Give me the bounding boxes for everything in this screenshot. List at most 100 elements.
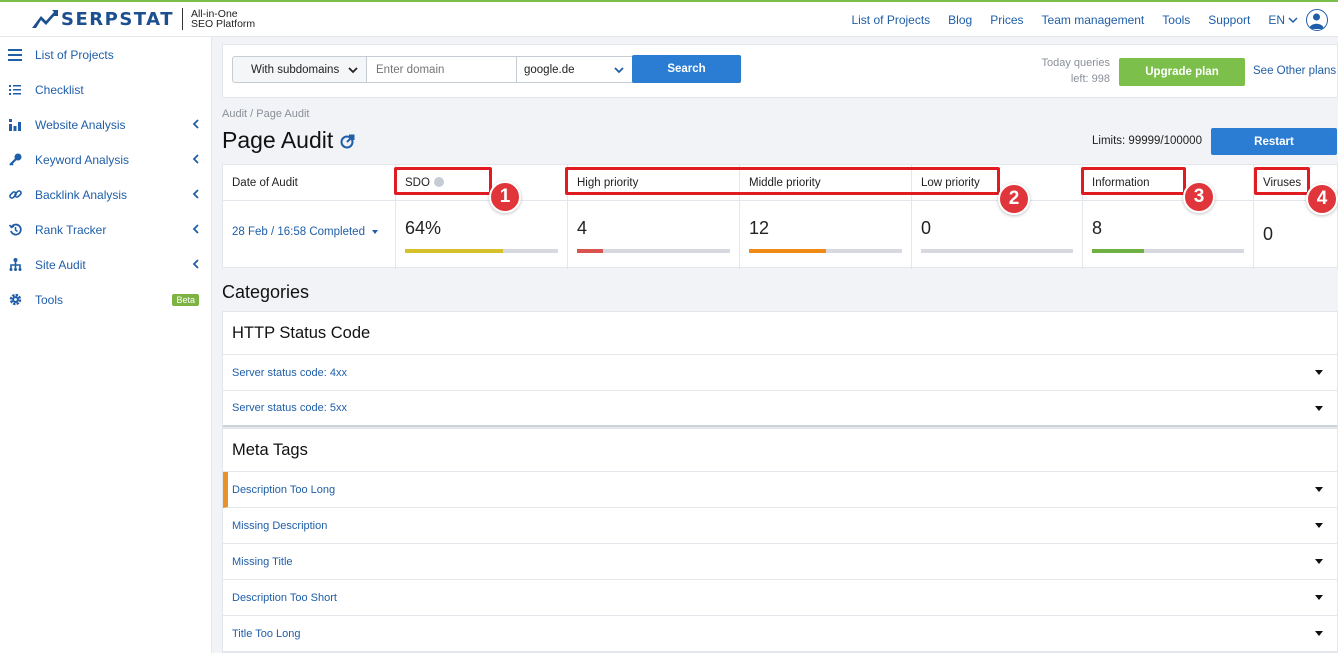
nav-team-management[interactable]: Team management (1042, 13, 1145, 27)
history-icon (8, 223, 22, 237)
domain-input[interactable] (366, 56, 517, 83)
viruses-value: 0 (1263, 224, 1274, 244)
progress-fill (1092, 249, 1144, 253)
list-item[interactable]: Server status code: 4xx (223, 355, 1337, 391)
list-item-label: Missing Title (232, 555, 293, 568)
caret-down-icon[interactable] (1315, 406, 1323, 411)
sidebar-item-backlink-analysis[interactable]: Backlink Analysis (0, 177, 211, 212)
search-button[interactable]: Search (632, 55, 741, 83)
sidebar-item-label: Rank Tracker (35, 222, 107, 237)
information-value: 8 (1092, 218, 1103, 238)
sidebar-item-rank-tracker[interactable]: Rank Tracker (0, 212, 211, 247)
list-item[interactable]: Missing Title (223, 544, 1337, 580)
caret-down-icon[interactable] (1315, 631, 1323, 636)
sidebar-item-keyword-analysis[interactable]: Keyword Analysis (0, 142, 211, 177)
breadcrumb[interactable]: Audit / Page Audit (222, 108, 309, 120)
checklist-icon (8, 83, 22, 97)
subdomain-select-value: With subdomains (251, 63, 340, 76)
sidebar-item-website-analysis[interactable]: Website Analysis (0, 107, 211, 142)
brand-name: SERPSTAT (61, 8, 174, 30)
high-priority-progress-bar (577, 249, 730, 253)
high-priority-value: 4 (577, 218, 588, 238)
category-http-status-code: HTTP Status Code Server status code: 4xx… (222, 311, 1338, 428)
tagline-line-2: SEO Platform (190, 18, 256, 30)
annotation-highlight-sdo (394, 167, 492, 195)
information-progress-bar (1092, 249, 1244, 253)
top-nav: List of Projects Blog Prices Team manage… (851, 2, 1338, 37)
chevron-left-icon (192, 224, 199, 234)
sidebar-item-list-of-projects[interactable]: List of Projects (0, 37, 211, 72)
nav-list-of-projects[interactable]: List of Projects (851, 13, 930, 27)
caret-down-icon (372, 230, 379, 234)
chevron-left-icon (192, 119, 199, 129)
category-header: HTTP Status Code (223, 312, 1337, 355)
user-avatar[interactable] (1306, 8, 1328, 31)
menu-icon (8, 48, 22, 62)
search-engine-value: google.de (524, 63, 575, 76)
progress-fill (405, 249, 503, 253)
external-link-icon[interactable] (340, 134, 355, 149)
stat-column-date: Date of Audit 28 Feb / 16:58 Completed (223, 165, 396, 269)
page-title: Page Audit (222, 127, 334, 153)
category-meta-tags: Meta Tags Description Too Long Missing D… (222, 428, 1338, 653)
annotation-highlight-information (1081, 167, 1186, 195)
queries-label: Today queries (1041, 57, 1111, 69)
category-header: Meta Tags (223, 429, 1337, 472)
see-other-plans-link[interactable]: See Other plans (1253, 65, 1336, 77)
nav-support[interactable]: Support (1208, 13, 1250, 27)
sidebar-item-checklist[interactable]: Checklist (0, 72, 211, 107)
user-icon (1309, 13, 1324, 29)
middle-priority-value: 12 (749, 218, 770, 238)
restart-button[interactable]: Restart (1211, 128, 1337, 155)
sdo-value: 64% (405, 218, 442, 238)
nav-tools[interactable]: Tools (1162, 13, 1190, 27)
search-panel: With subdomains google.de Search Today q… (222, 44, 1338, 98)
nav-prices[interactable]: Prices (990, 13, 1023, 27)
queries-left: Today queries left: 998 (1013, 55, 1111, 87)
list-item-label: Server status code: 4xx (232, 366, 347, 379)
low-priority-progress-bar (921, 249, 1073, 253)
middle-priority-progress-bar (749, 249, 902, 253)
progress-fill (749, 249, 826, 253)
language-label: EN (1268, 12, 1285, 27)
list-item-label: Server status code: 5xx (232, 402, 347, 414)
list-item[interactable]: Title Too Long (223, 616, 1337, 652)
sidebar-item-tools[interactable]: Tools Beta (0, 282, 211, 317)
sidebar-item-label: Checklist (35, 82, 84, 97)
nav-blog[interactable]: Blog (948, 13, 972, 27)
beta-badge: Beta (172, 294, 199, 306)
sidebar-item-site-audit[interactable]: Site Audit (0, 247, 211, 282)
list-item[interactable]: Server status code: 5xx (223, 391, 1337, 427)
sidebar-item-label: Keyword Analysis (35, 152, 130, 167)
queries-count: left: 998 (1070, 73, 1110, 85)
limits-text: Limits: 99999/100000 (1092, 135, 1202, 147)
upgrade-plan-button[interactable]: Upgrade plan (1119, 58, 1245, 86)
logo[interactable]: SERPSTAT All-in-One SEO Platform (32, 8, 255, 30)
list-item[interactable]: Missing Description (223, 508, 1337, 544)
chevron-left-icon (192, 189, 199, 199)
link-icon (8, 188, 22, 202)
caret-down-icon[interactable] (1315, 370, 1323, 375)
language-selector[interactable]: EN (1268, 13, 1298, 27)
chevron-left-icon (192, 259, 199, 269)
bar-chart-icon (8, 118, 22, 132)
categories-title: Categories (222, 282, 310, 302)
search-engine-select[interactable]: google.de (516, 56, 633, 83)
audit-date-value: 28 Feb / 16:58 Completed (232, 226, 365, 238)
chevron-down-icon (1288, 16, 1298, 23)
caret-down-icon[interactable] (1315, 595, 1323, 600)
sidebar: List of Projects Checklist Website Analy… (0, 37, 212, 653)
list-item[interactable]: Description Too Long (223, 472, 1337, 508)
date-of-audit-header: Date of Audit (232, 177, 298, 189)
subdomain-select[interactable]: With subdomains (232, 56, 367, 83)
list-item[interactable]: Description Too Short (223, 580, 1337, 616)
caret-down-icon[interactable] (1315, 559, 1323, 564)
annotation-highlight-priorities (565, 167, 1000, 195)
caret-down-icon[interactable] (1315, 523, 1323, 528)
low-priority-value: 0 (921, 218, 932, 238)
annotation-highlight-viruses (1254, 167, 1310, 195)
caret-down-icon[interactable] (1315, 487, 1323, 492)
audit-date-selector[interactable]: 28 Feb / 16:58 Completed (232, 226, 379, 238)
list-item-label: Title Too Long (232, 627, 301, 640)
annotation-badge-2: 2 (998, 183, 1030, 215)
